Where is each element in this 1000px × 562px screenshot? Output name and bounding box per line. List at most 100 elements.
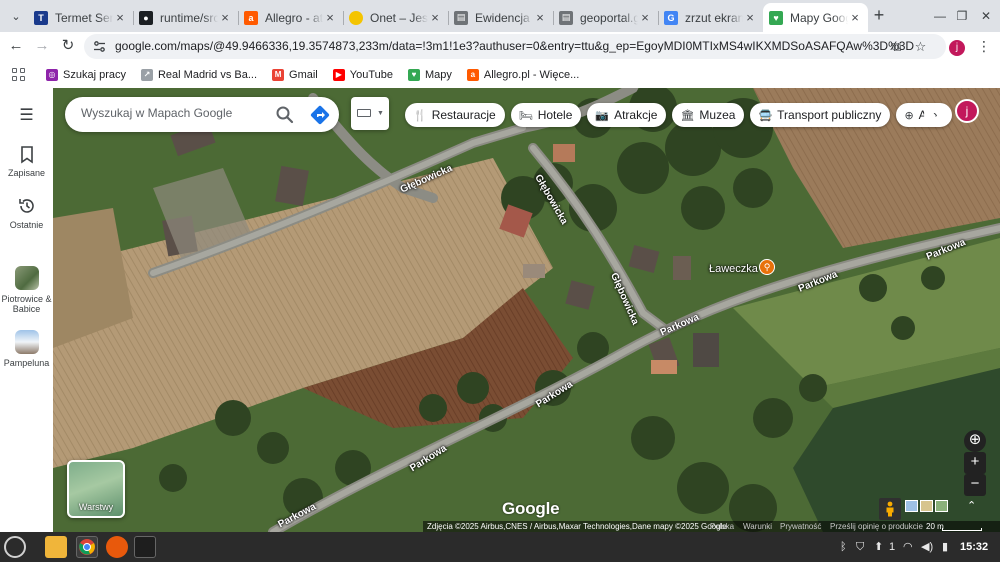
browser-tab[interactable]: T Termet Serv× [28,3,133,32]
keyboard-toggle-button[interactable]: ▼ [351,97,389,130]
google-apps-icon[interactable] [927,104,942,119]
new-tab-button[interactable]: + [870,6,888,24]
category-chip[interactable]: 🛏 Hotele [510,103,582,127]
category-chips: 🍴 Restauracje 🛏 Hotele 📷 Atrakcje 🏛 Muzea 🚍 Trans… [405,103,953,127]
tab-title: Onet – Jest [370,10,428,25]
layers-label: Warstwy [78,502,114,512]
pharmacy-icon: ⊕ [904,109,914,122]
country-link[interactable]: Polska [710,521,734,532]
terminal-icon[interactable] [134,536,156,558]
file-manager-icon[interactable] [45,536,67,558]
bench-pin-icon[interactable]: ⚲ [759,259,775,275]
my-location-button[interactable]: ⊕ [964,430,986,452]
minimize-icon[interactable]: — [932,8,948,24]
pegman-icon[interactable] [879,498,901,520]
tab-close-icon[interactable]: × [743,10,757,25]
bookmark-item[interactable]: ↗ Real Madrid vs Ba... [140,68,257,81]
bookmark-item[interactable]: a Allegro.pl - Więce... [466,68,579,81]
wifi-icon[interactable]: ◠ [903,540,913,554]
recent-place-piotrowice[interactable]: Piotrowice & Babice [0,266,53,314]
category-chip[interactable]: 🚍 Transport publiczny [750,103,891,127]
tab-close-icon[interactable]: × [428,10,442,25]
allegro-icon: a [244,10,258,25]
tab-close-icon[interactable]: × [848,10,862,25]
browser-tab[interactable]: a Allegro - atr × [238,3,343,32]
bookmark-label: YouTube [349,68,393,81]
bookmark-item[interactable]: ▶ YouTube [332,68,393,81]
start-menu-icon[interactable] [4,536,26,558]
account-avatar[interactable]: j [955,99,979,123]
bookmark-star-icon[interactable]: ☆ [912,38,929,55]
tab-close-icon[interactable]: × [218,10,232,25]
hamburger-menu-button[interactable]: ☰ [0,106,53,130]
reload-icon[interactable]: ↻ [58,36,78,56]
notification-count[interactable]: 1 [889,540,895,554]
zoom-in-button[interactable]: + [964,452,986,474]
bookmark-favicon-icon: ▶ [332,68,345,81]
battery-icon[interactable]: ▮ [942,540,948,554]
url-text[interactable]: google.com/maps/@49.9466336,19.3574873,2… [115,39,914,53]
tab-close-icon[interactable]: × [638,10,652,25]
directions-icon[interactable] [310,105,330,125]
google-logo: Google [502,499,560,518]
chip-label: Muzea [699,108,736,122]
tab-title: geoportal.g [580,10,638,25]
termet-icon: T [34,10,48,25]
browser-tab[interactable]: Onet – Jest × [343,3,448,32]
category-chip[interactable]: 🍴 Restauracje [405,103,505,127]
search-input[interactable] [81,106,271,120]
update-icon[interactable]: ⬆ [874,540,883,554]
browser-tab[interactable]: ● runtime/src × [133,3,238,32]
privacy-link[interactable]: Prywatność [780,521,821,532]
bookmark-item[interactable]: ◎ Szukaj pracy [46,68,126,81]
close-window-icon[interactable]: ✕ [978,8,994,24]
volume-icon[interactable]: ◀) [921,540,933,554]
back-arrow-icon[interactable]: ← [6,36,26,56]
browser-tab[interactable]: ▤ Ewidencja g× [448,3,553,32]
tab-search-chevron-icon[interactable]: ⌄ [6,6,26,26]
shield-icon[interactable]: ⛉ [856,540,864,554]
bluetooth-icon[interactable]: ᛒ [840,540,847,554]
category-chip[interactable]: 🏛 Muzea [672,103,745,127]
forward-arrow-icon[interactable]: → [32,36,52,56]
site-info-icon[interactable] [93,40,106,53]
bookmark-icon [20,146,33,164]
feedback-link[interactable]: Prześlij opinię o produkcie [830,521,923,532]
tab-close-icon[interactable]: × [323,10,337,25]
address-bar[interactable]: google.com/maps/@49.9466336,19.3574873,2… [84,34,965,59]
clock[interactable]: 15:32 [960,541,988,553]
restore-icon[interactable]: ❐ [954,8,970,24]
attribution-bar: Zdjęcia ©2025 Airbus,CNES / Airbus,Maxar… [53,521,1000,532]
firefox-icon[interactable] [106,536,128,558]
apps-grid-icon[interactable] [12,67,26,82]
satellite-imagery[interactable] [53,88,1000,532]
bookmark-favicon-icon: M [272,68,285,81]
recent-button[interactable]: Ostatnie [0,196,53,230]
fork-knife-icon: 🍴 [413,109,427,122]
saved-button[interactable]: Zapisane [0,144,53,178]
terms-link[interactable]: Warunki [743,521,772,532]
place-thumbnail [14,266,39,290]
layers-button[interactable]: Warstwy [67,460,125,518]
poi-label[interactable]: Ławeczka [709,263,758,275]
browser-tab[interactable]: Gzrzut ekran × [658,3,763,32]
expand-icon[interactable]: ⌃ [967,499,976,512]
bookmark-item[interactable]: M Gmail [272,68,318,81]
map-type-thumbnails[interactable] [905,500,948,512]
browser-tab[interactable]: ♥ Mapy Googl× [763,3,868,32]
bookmark-item[interactable]: ♥ Mapy [408,68,452,81]
profile-avatar[interactable]: j [949,40,965,56]
tab-close-icon[interactable]: × [533,10,547,25]
browser-menu-icon[interactable]: ⋮ [977,37,991,55]
search-icon[interactable] [275,105,295,125]
chrome-taskbar-icon[interactable] [76,536,98,558]
map-canvas[interactable]: Głębowicka Głębowicka Głębowicka Parkowa… [53,88,1000,532]
install-app-icon[interactable]: ⧉ [888,38,905,55]
recent-place-pampeluna[interactable]: Pampeluna [0,330,53,368]
hamburger-menu-icon: ☰ [19,107,34,124]
zoom-out-button[interactable]: − [964,474,986,496]
browser-tab[interactable]: ▤ geoportal.g × [553,3,658,32]
tab-close-icon[interactable]: × [113,10,127,25]
category-chip[interactable]: 📷 Atrakcje [587,103,667,127]
maps-side-rail: ☰ Zapisane Ostatnie Piotrowice & Babice … [0,88,53,532]
